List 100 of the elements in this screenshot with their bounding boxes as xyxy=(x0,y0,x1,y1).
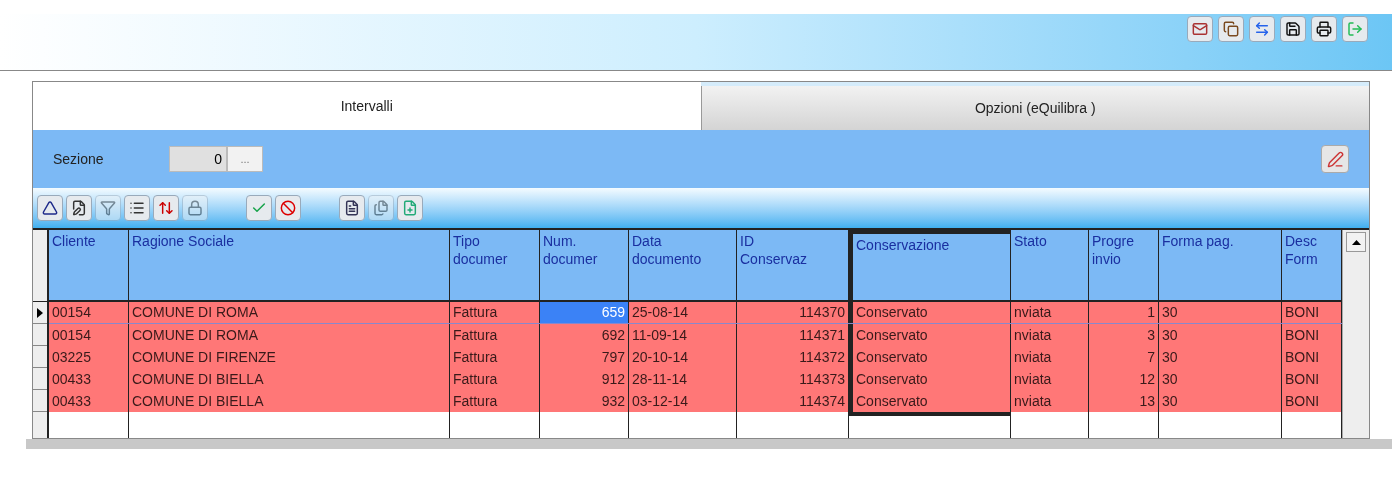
table-cell: BONI xyxy=(1282,324,1342,346)
table-cell: 00433 xyxy=(49,390,129,412)
table-cell: Conservato xyxy=(849,302,1011,323)
column-header[interactable]: Forma pag. xyxy=(1159,230,1282,300)
tab[interactable]: Intervalli xyxy=(33,82,701,130)
mail-button[interactable] xyxy=(1187,16,1213,42)
column-header[interactable]: Tipo documer xyxy=(450,230,540,300)
table-cell: nviata xyxy=(1011,302,1089,323)
table-cell: 692 xyxy=(540,324,629,346)
table-cell: Conservato xyxy=(849,368,1011,390)
arrows-button[interactable] xyxy=(1249,16,1275,42)
edit-icon xyxy=(71,200,87,216)
column-header[interactable]: Ragione Sociale xyxy=(129,230,450,300)
table-cell: 114370 xyxy=(737,302,849,323)
table-cell: nviata xyxy=(1011,368,1089,390)
filter-icon xyxy=(100,200,116,216)
cancel-button[interactable] xyxy=(275,195,301,221)
document-button[interactable] xyxy=(339,195,365,221)
tab[interactable]: Opzioni (eQuilibra ) xyxy=(700,86,1369,130)
table-cell: COMUNE DI ROMA xyxy=(129,302,450,323)
table-cell: 00154 xyxy=(49,324,129,346)
column-header[interactable]: Stato xyxy=(1011,230,1089,300)
column-header[interactable]: Conservazione xyxy=(849,230,1011,300)
scrollbar-track[interactable] xyxy=(26,439,1392,449)
table-cell: Conservato xyxy=(849,346,1011,368)
table-cell: 114373 xyxy=(737,368,849,390)
table-cell: Fattura xyxy=(450,390,540,412)
table-cell: nviata xyxy=(1011,390,1089,412)
table-cell: 114372 xyxy=(737,346,849,368)
table-cell: 7 xyxy=(1089,346,1159,368)
table-cell: BONI xyxy=(1282,346,1342,368)
table-cell: 932 xyxy=(540,390,629,412)
field-label: Sezione xyxy=(53,149,105,169)
table-cell: 25-08-14 xyxy=(629,302,737,323)
table-cell: BONI xyxy=(1282,368,1342,390)
column-header[interactable]: Progre invio xyxy=(1089,230,1159,300)
table-cell: Fattura xyxy=(450,324,540,346)
current-row-icon xyxy=(37,307,43,318)
table-cell: COMUNE DI BIELLA xyxy=(129,390,450,412)
table-cell: 659 xyxy=(540,302,629,323)
table-cell: COMUNE DI ROMA xyxy=(129,324,450,346)
pen-icon xyxy=(1326,150,1344,168)
table-cell: BONI xyxy=(1282,302,1342,323)
column-header[interactable]: Num. documer xyxy=(540,230,629,300)
column-header[interactable]: Cliente xyxy=(49,230,129,300)
printer-button[interactable] xyxy=(1311,16,1337,42)
floppy-disk-button[interactable] xyxy=(1280,16,1306,42)
table-cell: nviata xyxy=(1011,346,1089,368)
export-button[interactable] xyxy=(153,195,179,221)
table-cell: 30 xyxy=(1159,302,1282,323)
edit-button[interactable] xyxy=(66,195,92,221)
table-cell: 03225 xyxy=(49,346,129,368)
table-cell: COMUNE DI FIRENZE xyxy=(129,346,450,368)
table-cell: 12 xyxy=(1089,368,1159,390)
mail-icon xyxy=(1192,21,1208,37)
table-cell: BONI xyxy=(1282,390,1342,412)
column-header[interactable]: Data documento xyxy=(629,230,737,300)
table-cell: 03-12-14 xyxy=(629,390,737,412)
table-cell: 114374 xyxy=(737,390,849,412)
arrows-icon xyxy=(1254,21,1270,37)
up-triangle-button[interactable] xyxy=(37,195,63,221)
column-header[interactable]: Desc Form xyxy=(1282,230,1342,300)
table-cell: Fattura xyxy=(450,368,540,390)
printer-icon xyxy=(1316,21,1332,37)
table-cell: 00154 xyxy=(49,302,129,323)
table-cell: 30 xyxy=(1159,346,1282,368)
table-cell: 00433 xyxy=(49,368,129,390)
table-cell: 912 xyxy=(540,368,629,390)
table-cell: 797 xyxy=(540,346,629,368)
table-cell: nviata xyxy=(1011,324,1089,346)
documents-icon xyxy=(373,200,389,216)
lock-icon xyxy=(187,200,203,216)
add-document-icon xyxy=(402,200,418,216)
sezione-field[interactable]: 0 xyxy=(169,146,227,172)
document-icon xyxy=(344,200,360,216)
list-button[interactable] xyxy=(124,195,150,221)
check-button[interactable] xyxy=(246,195,272,221)
door-exit-icon xyxy=(1347,21,1363,37)
table-cell: Fattura xyxy=(450,302,540,323)
table-cell: 13 xyxy=(1089,390,1159,412)
list-icon xyxy=(129,200,145,216)
table-cell: 30 xyxy=(1159,368,1282,390)
sign-button[interactable] xyxy=(1321,145,1349,173)
table-cell: 114371 xyxy=(737,324,849,346)
copy-icon xyxy=(1223,21,1239,37)
table-cell: 20-10-14 xyxy=(629,346,737,368)
browse-button[interactable]: ... xyxy=(227,146,263,172)
scroll-up-button[interactable] xyxy=(1346,232,1366,252)
cancel-icon xyxy=(280,200,296,216)
up-arrow-icon xyxy=(1351,239,1361,245)
add-document-button[interactable] xyxy=(397,195,423,221)
table-cell: Conservato xyxy=(849,390,1011,416)
table-cell: 1 xyxy=(1089,302,1159,323)
table-cell: Fattura xyxy=(450,346,540,368)
table-cell: 11-09-14 xyxy=(629,324,737,346)
copy-button[interactable] xyxy=(1218,16,1244,42)
column-header[interactable]: ID Conservaz xyxy=(737,230,849,300)
table-cell: 3 xyxy=(1089,324,1159,346)
export-icon xyxy=(158,200,174,216)
table-cell: COMUNE DI BIELLA xyxy=(129,368,450,390)
